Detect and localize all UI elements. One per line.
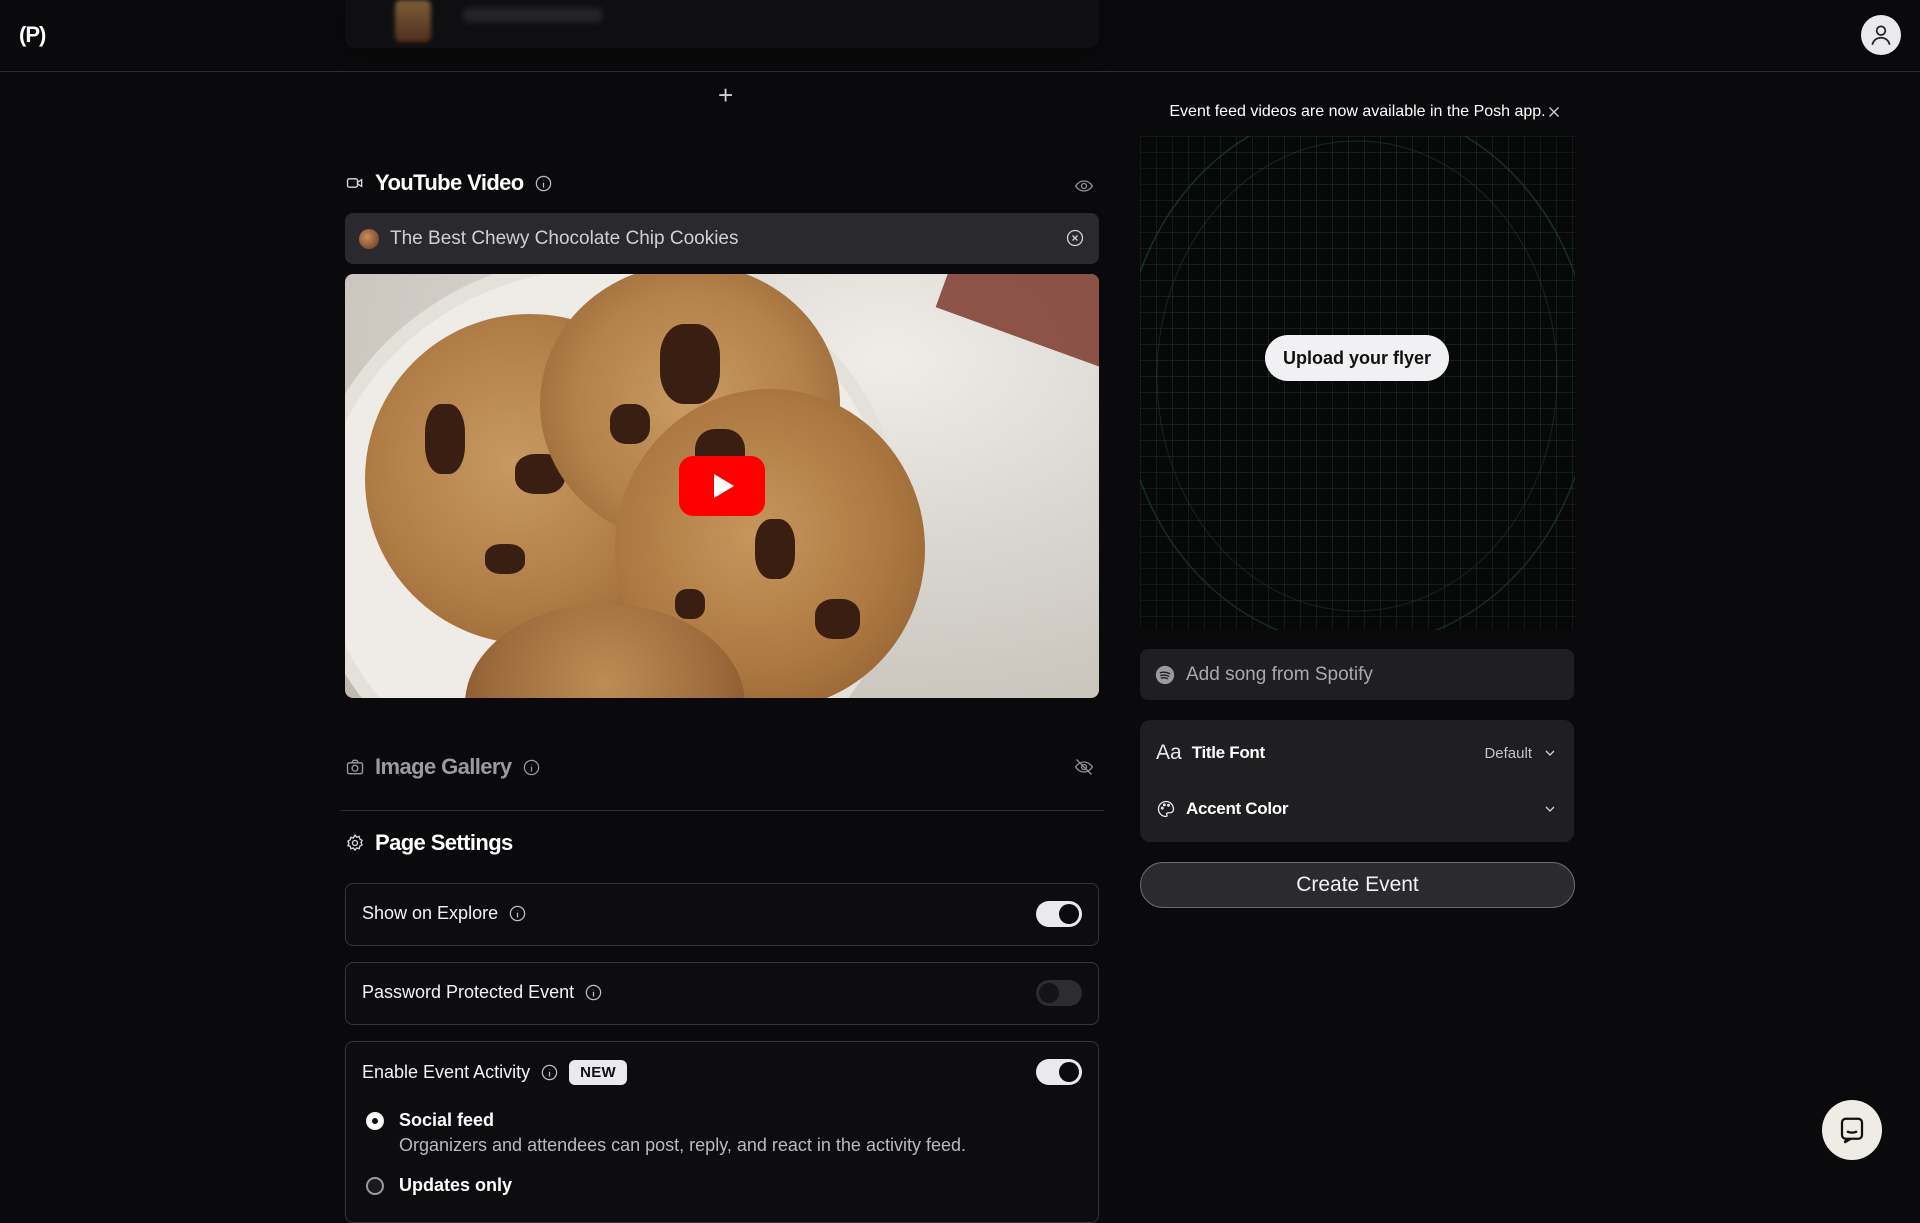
youtube-video-preview[interactable] — [345, 274, 1099, 698]
password-protected-setting: Password Protected Event — [345, 962, 1099, 1025]
camera-icon — [346, 759, 364, 775]
gear-icon — [346, 833, 363, 852]
youtube-section-header: YouTube Video — [345, 170, 553, 196]
page-settings-header: Page Settings — [345, 830, 513, 856]
posh-logo[interactable]: (P) — [19, 22, 46, 48]
spotify-placeholder: Add song from Spotify — [1186, 663, 1373, 685]
updates-only-option[interactable]: Updates only — [366, 1175, 512, 1196]
gallery-section-title: Image Gallery — [375, 754, 512, 779]
blurred-previous-item — [345, 0, 1099, 48]
page-settings-title: Page Settings — [375, 830, 513, 855]
notice-text: Event feed videos are now available in t… — [1169, 103, 1546, 120]
youtube-section-title: YouTube Video — [375, 170, 524, 195]
section-divider — [340, 810, 1104, 811]
chevron-down-icon — [1545, 806, 1555, 812]
create-event-button[interactable]: Create Event — [1140, 862, 1575, 908]
title-font-label: Title Font — [1191, 743, 1265, 762]
accent-color-row[interactable]: Accent Color — [1156, 794, 1558, 824]
style-options-card: Aa Title Font Default Accent Color — [1140, 720, 1574, 842]
napkin-decoration — [935, 274, 1099, 376]
accent-color-label: Accent Color — [1186, 799, 1289, 818]
play-icon — [714, 474, 734, 498]
info-icon[interactable] — [534, 174, 553, 193]
event-activity-label: Enable Event Activity — [362, 1062, 531, 1082]
eye-off-icon[interactable] — [1074, 757, 1094, 777]
password-protected-toggle[interactable] — [1036, 980, 1082, 1006]
palette-icon — [1157, 800, 1175, 818]
chat-icon — [1840, 1117, 1864, 1144]
password-protected-label: Password Protected Event — [362, 982, 575, 1002]
info-icon[interactable] — [508, 904, 527, 923]
chevron-down-icon — [1545, 750, 1555, 756]
spotify-icon — [1155, 665, 1175, 684]
eye-icon[interactable] — [1074, 176, 1094, 196]
title-font-row[interactable]: Aa Title Font Default — [1156, 738, 1558, 768]
add-section-button[interactable]: + — [718, 82, 733, 108]
video-thumbnail-icon — [359, 228, 379, 249]
social-feed-description: Organizers and attendees can post, reply… — [399, 1135, 966, 1155]
new-badge: NEW — [569, 1060, 627, 1085]
gallery-section-header: Image Gallery — [345, 754, 541, 780]
show-on-explore-setting: Show on Explore — [345, 883, 1099, 946]
youtube-input-value: The Best Chewy Chocolate Chip Cookies — [390, 227, 739, 249]
spotify-song-input[interactable]: Add song from Spotify — [1140, 649, 1574, 700]
info-icon[interactable] — [540, 1063, 559, 1082]
title-font-value: Default — [1484, 744, 1532, 762]
user-avatar-button[interactable] — [1861, 15, 1901, 55]
close-icon[interactable] — [1545, 103, 1563, 121]
event-activity-toggle[interactable] — [1036, 1059, 1082, 1085]
social-feed-title: Social feed — [399, 1110, 495, 1130]
feed-videos-notice: Event feed videos are now available in t… — [1140, 92, 1575, 132]
blurred-text — [463, 8, 603, 22]
font-icon: Aa — [1156, 741, 1182, 764]
info-icon[interactable] — [584, 983, 603, 1002]
youtube-url-input[interactable]: The Best Chewy Chocolate Chip Cookies — [345, 213, 1099, 264]
show-on-explore-toggle[interactable] — [1036, 901, 1082, 927]
flyer-preview[interactable] — [1140, 136, 1575, 630]
grid-backdrop — [1140, 136, 1575, 630]
social-feed-option[interactable]: Social feed Organizers and attendees can… — [366, 1110, 966, 1156]
event-activity-setting: Enable Event Activity NEW Social feed Or… — [345, 1041, 1099, 1223]
video-camera-icon — [346, 178, 363, 188]
chat-support-button[interactable] — [1822, 1100, 1882, 1160]
upload-flyer-button[interactable]: Upload your flyer — [1265, 335, 1449, 381]
updates-only-title: Updates only — [399, 1175, 513, 1195]
show-on-explore-label: Show on Explore — [362, 903, 499, 923]
social-feed-radio[interactable] — [366, 1112, 384, 1130]
user-icon — [1871, 25, 1891, 45]
updates-only-radio[interactable] — [366, 1177, 384, 1195]
play-button[interactable] — [679, 456, 765, 516]
clear-icon[interactable] — [1065, 228, 1085, 248]
blurred-thumbnail — [395, 0, 431, 42]
info-icon[interactable] — [522, 758, 541, 777]
